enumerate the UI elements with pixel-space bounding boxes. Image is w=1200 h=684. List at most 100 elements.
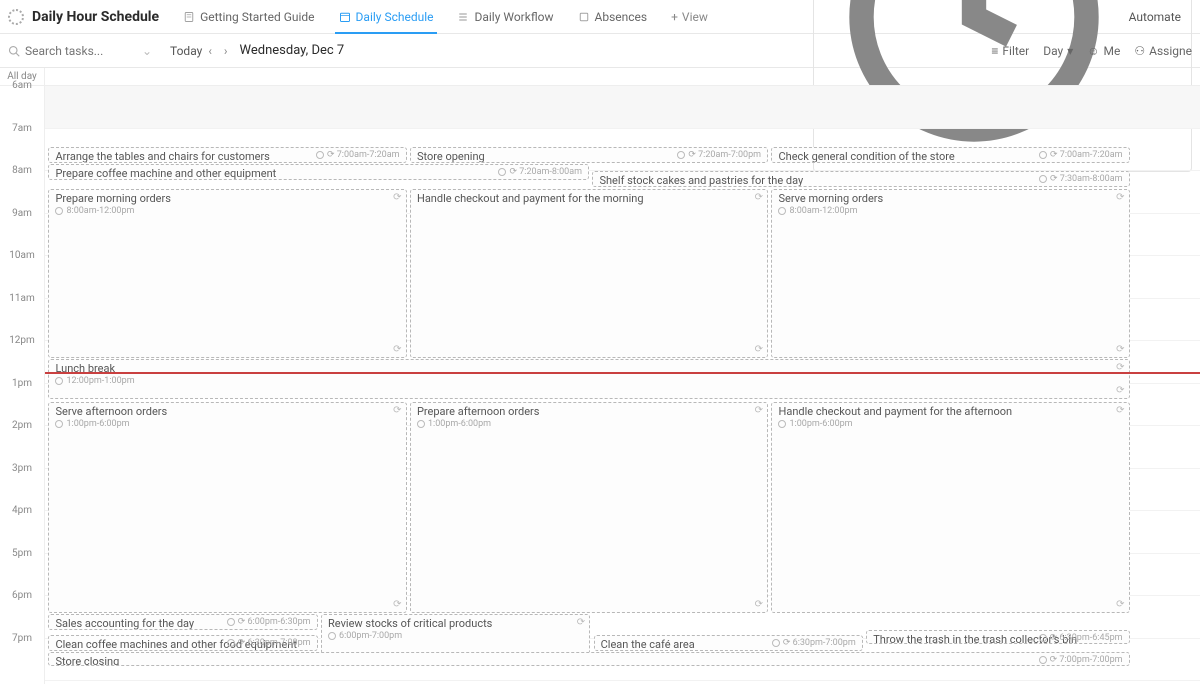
event-time: ⟳ 6:30pm-7:00pm [772, 638, 856, 648]
search-icon [8, 45, 20, 57]
user-icon: ☺ [1087, 44, 1099, 58]
calendar-event[interactable]: Arrange the tables and chairs for custom… [48, 147, 406, 163]
clock-icon [227, 618, 235, 626]
me-filter[interactable]: ☺Me [1087, 44, 1120, 58]
calendar-event[interactable]: Shelf stock cakes and pastries for the d… [592, 171, 1129, 187]
calendar-event[interactable]: Handle checkout and payment for the afte… [771, 402, 1129, 613]
time-label: 7pm [0, 639, 44, 682]
clock-icon [328, 632, 336, 640]
event-title: Store closing [55, 655, 1122, 666]
event-time: ⟳ 7:00am-7:20am [316, 150, 400, 160]
filter-button[interactable]: ≡Filter [991, 44, 1029, 58]
recurring-icon: ⟳ [1116, 599, 1124, 610]
recurring-icon: ⟳ [755, 192, 763, 203]
event-title: Serve morning orders [778, 192, 1122, 205]
chevron-down-icon: ⌄ [142, 44, 152, 58]
calendar-event[interactable]: Sales accounting for the day⟳ 6:00pm-6:3… [48, 614, 317, 630]
clock-icon [417, 420, 425, 428]
tab-label: Daily Schedule [356, 10, 434, 24]
calendar-event[interactable]: Serve morning orders8:00am-12:00pm⟳⟳ [771, 189, 1129, 358]
clock-icon [55, 420, 63, 428]
clock-icon [1039, 634, 1047, 642]
calendar-event[interactable]: Store opening⟳ 7:20am-7:00pm [410, 147, 768, 163]
clock-icon [1039, 656, 1047, 664]
tab-icon [183, 11, 195, 23]
event-time: 1:00pm-6:00pm [55, 419, 399, 429]
tab-absences[interactable]: Absences [566, 0, 660, 33]
event-time: ⟳ 7:30am-8:00am [1039, 174, 1123, 184]
assignee-filter[interactable]: ⚇Assigne [1134, 44, 1192, 58]
event-title: Prepare afternoon orders [417, 405, 761, 418]
current-time-line [45, 372, 1200, 374]
event-time: 1:00pm-6:00pm [778, 419, 1122, 429]
users-icon: ⚇ [1134, 44, 1145, 58]
recurring-icon: ⟳ [1116, 405, 1124, 416]
clock-icon [772, 639, 780, 647]
today-button[interactable]: Today [170, 44, 202, 58]
event-title: Prepare morning orders [55, 192, 399, 205]
tab-label: Absences [595, 10, 648, 24]
tab-icon [339, 11, 351, 23]
clock-icon [1039, 175, 1047, 183]
clock-icon [1039, 151, 1047, 159]
calendar-event[interactable]: Review stocks of critical products6:00pm… [321, 614, 590, 654]
calendar-event[interactable]: Check general condition of the store⟳ 7:… [771, 147, 1129, 163]
search-input[interactable] [25, 44, 125, 58]
filter-icon: ≡ [991, 44, 998, 58]
tab-daily-schedule[interactable]: Daily Schedule [327, 0, 446, 33]
event-time: ⟳ 7:00am-7:20am [1039, 150, 1123, 160]
search-tasks[interactable]: ⌄ [8, 44, 158, 58]
recurring-icon: ⟳ [755, 405, 763, 416]
recurring-icon: ⟳ [393, 405, 401, 416]
clock-icon [227, 639, 235, 647]
clock-icon [498, 168, 506, 176]
calendar-event[interactable]: Throw the trash in the trash collector's… [866, 630, 1129, 644]
calendar-event[interactable]: Store closing⟳ 7:00pm-7:00pm [48, 652, 1129, 666]
tab-daily-workflow[interactable]: Daily Workflow [445, 0, 565, 33]
add-view-button[interactable]: +View [659, 0, 720, 33]
clock-icon [677, 151, 685, 159]
event-title: Handle checkout and payment for the afte… [778, 405, 1122, 418]
recurring-icon: ⟳ [577, 617, 585, 628]
recurring-icon: ⟳ [755, 599, 763, 610]
calendar-event[interactable]: Prepare coffee machine and other equipme… [48, 164, 589, 180]
event-time: ⟳ 6:00pm-6:30pm [227, 617, 311, 627]
recurring-icon: ⟳ [393, 344, 401, 355]
calendar-event[interactable]: Serve afternoon orders1:00pm-6:00pm ⟳ ⟳ [48, 402, 406, 613]
tab-getting-started-guide[interactable]: Getting Started Guide [171, 0, 326, 33]
event-time: 8:00am-12:00pm [55, 206, 399, 216]
event-title: Handle checkout and payment for the morn… [417, 192, 761, 205]
page-title: Daily Hour Schedule [32, 9, 159, 25]
event-time: ⟳ 7:00pm-7:00pm [1039, 655, 1123, 665]
calendar-event[interactable]: Lunch break12:00pm-1:00pm⟳⟳ [48, 359, 1129, 399]
recurring-icon: ⟳ [1116, 192, 1124, 203]
event-time: ⟳ 7:20am-7:00pm [677, 150, 761, 160]
clock-icon [55, 377, 63, 385]
hour-row[interactable] [45, 86, 1200, 129]
calendar-event[interactable]: Prepare morning orders8:00am-12:00pm ⟳ ⟳ [48, 189, 406, 358]
event-title: Serve afternoon orders [55, 405, 399, 418]
recurring-icon: ⟳ [1116, 385, 1124, 396]
recurring-icon: ⟳ [1116, 344, 1124, 355]
recurring-icon: ⟳ [393, 599, 401, 610]
calendar-event[interactable]: Clean the café area⟳ 6:30pm-7:00pm [594, 635, 863, 651]
clock-icon [55, 207, 63, 215]
event-time: ⟳ 6:30pm-7:00pm [227, 638, 311, 648]
chevron-down-icon: ▾ [1067, 44, 1073, 58]
tab-label: Getting Started Guide [200, 10, 314, 24]
event-time: 1:00pm-6:00pm [417, 419, 761, 429]
event-time: ⟳ 7:20am-8:00am [498, 167, 582, 177]
calendar-event[interactable]: Handle checkout and payment for the morn… [410, 189, 768, 358]
loading-icon [8, 9, 24, 25]
day-view-select[interactable]: Day▾ [1043, 44, 1073, 58]
recurring-icon: ⟳ [393, 192, 401, 203]
tab-icon [457, 11, 469, 23]
all-day-row[interactable] [45, 68, 1200, 86]
calendar-event[interactable]: Prepare afternoon orders1:00pm-6:00pm ⟳ ⟳ [410, 402, 768, 613]
prev-day-button[interactable]: ‹ [202, 44, 218, 58]
next-day-button[interactable]: › [218, 44, 234, 58]
event-title: Review stocks of critical products [328, 617, 583, 630]
calendar-event[interactable]: Clean coffee machines and other food equ… [48, 635, 317, 651]
current-date: Wednesday, Dec 7 [240, 43, 345, 58]
clock-icon [778, 420, 786, 428]
